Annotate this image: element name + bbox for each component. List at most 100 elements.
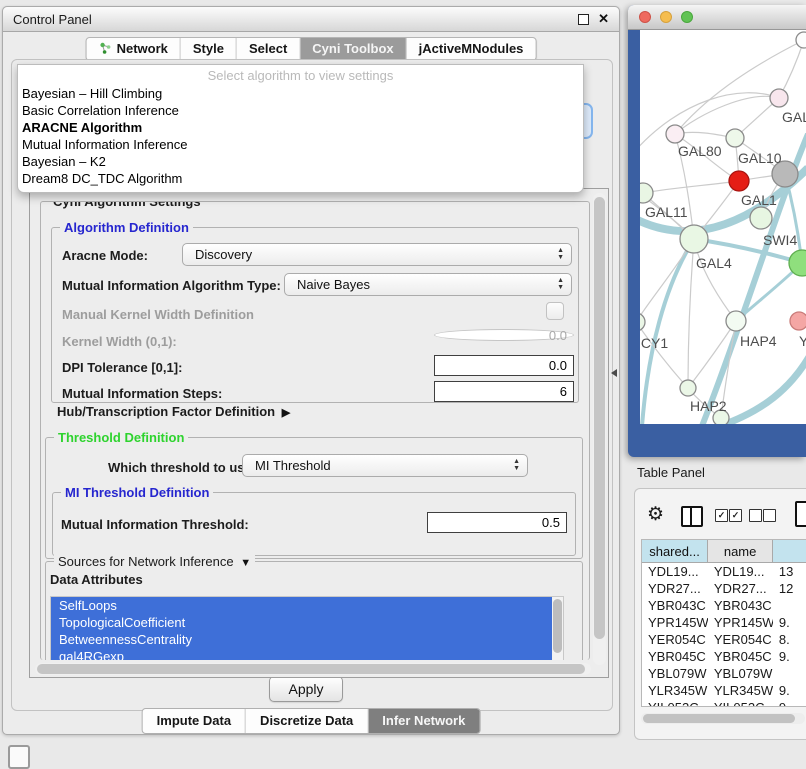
node-label: GAL80 [678, 143, 722, 159]
float-window-icon[interactable] [578, 14, 589, 25]
docked-panel-icon[interactable] [8, 745, 30, 769]
table-row[interactable]: YLR345WYLR345W9. [642, 682, 806, 699]
dropdown-item[interactable]: Bayesian – K2 [18, 153, 583, 170]
node-gal10[interactable] [726, 129, 744, 147]
mi-threshold-definition-group: MI Threshold Definition Mutual Informati… [52, 492, 576, 556]
sources-toggle[interactable]: Sources for Network Inference ▼ [54, 554, 255, 569]
node-gal1[interactable] [729, 171, 749, 191]
node-swi4[interactable] [750, 207, 772, 229]
tab-network[interactable]: Network [87, 38, 181, 60]
unchecked-box-icon[interactable] [749, 509, 762, 522]
hub-definition-toggle[interactable]: Hub/Transcription Factor Definition ▶ [57, 404, 290, 419]
tab-impute-data[interactable]: Impute Data [143, 709, 246, 733]
unchecked-box-icon[interactable] [763, 509, 776, 522]
algorithm-definition-group: Algorithm Definition Aracne Mode: Discov… [51, 227, 579, 403]
node-pink[interactable] [790, 312, 806, 330]
which-threshold-label: Which threshold to use: [108, 460, 256, 475]
attribute-item-selected[interactable]: BetweennessCentrality [51, 631, 552, 648]
table-row[interactable]: YPR145WYPR145W9. [642, 614, 806, 631]
table-row[interactable]: YBR045CYBR045C9. [642, 648, 806, 665]
node-gal-partial[interactable] [770, 89, 788, 107]
mi-steps-field[interactable]: 6 [434, 381, 574, 402]
tab-style[interactable]: Style [181, 38, 237, 60]
zoom-traffic-light[interactable] [681, 11, 693, 23]
column-header-shared[interactable]: shared... [642, 540, 708, 562]
mi-algorithm-type-combo[interactable]: Naive Bayes ▲▼ [284, 273, 572, 296]
table-row[interactable]: YDL19...YDL19...13 [642, 563, 806, 580]
column-header-partial[interactable] [773, 540, 806, 562]
node-gcy1[interactable] [640, 313, 645, 331]
column-header-name[interactable]: name [708, 540, 773, 562]
settings-scrollpane: Cyni Algorithm Settings Algorithm Defini… [29, 188, 609, 678]
table-panel: ⚙ ✓ ✓ shared... name YDL19...YDL19...13 … [634, 488, 806, 740]
dropdown-prompt: Select algorithm to view settings [18, 65, 583, 85]
dropdown-item[interactable]: Mutual Information Inference [18, 136, 583, 153]
attribute-item-selected[interactable]: TopologicalCoefficient [51, 614, 552, 631]
table-row[interactable]: YIL052CYIL052C9 [642, 699, 806, 707]
tab-cyni-toolbox[interactable]: Cyni Toolbox [300, 38, 406, 60]
apply-button[interactable]: Apply [269, 676, 343, 702]
checked-box-icon[interactable]: ✓ [715, 509, 728, 522]
window-title: Control Panel [13, 12, 92, 27]
attribute-item-selected[interactable]: gal4RGexp [51, 648, 552, 660]
node-label: GAL10 [738, 150, 782, 166]
node-gal80[interactable] [666, 125, 684, 143]
kernel-width-label: Kernel Width (0,1): [62, 334, 177, 349]
control-panel-titlebar[interactable]: Control Panel ✕ [3, 7, 619, 32]
dpi-tolerance-field[interactable]: 0.0 [434, 355, 574, 376]
aracne-mode-combo[interactable]: Discovery ▲▼ [182, 243, 572, 266]
node-label: HAP2 [690, 398, 727, 414]
data-attributes-list[interactable]: SelfLoops TopologicalCoefficient Between… [50, 596, 564, 660]
kernel-width-field[interactable]: 0.0 [434, 329, 574, 341]
list-scrollbar[interactable] [552, 597, 563, 660]
node-label: Y [799, 333, 806, 349]
split-columns-icon[interactable] [681, 506, 703, 527]
node-hap2[interactable] [680, 380, 696, 396]
mi-algorithm-type-label: Mutual Information Algorithm Type: [62, 278, 281, 293]
table-row[interactable]: YBR043CYBR043C [642, 597, 806, 614]
dropdown-item[interactable]: Dream8 DC_TDC Algorithm [18, 170, 583, 187]
table-header-row: shared... name [642, 540, 806, 563]
manual-kernel-width-checkbox[interactable] [546, 302, 564, 320]
table-row[interactable]: YER054CYER054C8. [642, 631, 806, 648]
tab-discretize-data[interactable]: Discretize Data [246, 709, 368, 733]
node-hap4[interactable] [726, 311, 746, 331]
control-panel-window: Control Panel ✕ Network Style Select Cyn… [2, 6, 620, 735]
tab-infer-network[interactable]: Infer Network [368, 709, 479, 733]
mi-threshold-label: Mutual Information Threshold: [61, 517, 249, 532]
network-canvas[interactable]: GAL GAL80 GAL10 GAL1 GAL11 SWI4 GAL4 GCY… [640, 30, 806, 424]
bottom-tab-bar: Impute Data Discretize Data Infer Networ… [142, 708, 481, 734]
checked-box-icon[interactable]: ✓ [729, 509, 742, 522]
table-horizontal-scrollbar[interactable] [641, 713, 805, 724]
node-gal4[interactable] [680, 225, 708, 253]
node-attribute-table[interactable]: shared... name YDL19...YDL19...13 YDR27.… [641, 539, 806, 707]
cyni-algorithm-settings-group: Cyni Algorithm Settings Algorithm Defini… [40, 201, 590, 660]
which-threshold-combo[interactable]: MI Threshold ▲▼ [242, 454, 528, 477]
manual-kernel-width-label: Manual Kernel Width Definition [62, 307, 254, 322]
minimize-traffic-light[interactable] [660, 11, 672, 23]
node-label: GAL [782, 109, 806, 125]
threshold-definition-group: Threshold Definition Which threshold to … [45, 437, 583, 559]
sources-group: Sources for Network Inference ▼ Data Att… [45, 561, 583, 660]
close-traffic-light[interactable] [639, 11, 651, 23]
dropdown-item[interactable]: Basic Correlation Inference [18, 102, 583, 119]
tab-jactivemnodules[interactable]: jActiveMNodules [407, 38, 536, 60]
panel-collapse-arrow-icon[interactable] [611, 369, 617, 377]
attribute-item-selected[interactable]: SelfLoops [51, 597, 552, 614]
dropdown-item-selected[interactable]: ARACNE Algorithm [18, 119, 583, 136]
document-icon[interactable] [795, 501, 806, 527]
settings-horizontal-scrollbar[interactable] [35, 663, 591, 675]
network-window-titlebar[interactable] [628, 5, 806, 30]
node-unlabeled[interactable] [796, 32, 806, 48]
node-label: GAL1 [741, 192, 777, 208]
table-row[interactable]: YBL079WYBL079W [642, 665, 806, 682]
table-row[interactable]: YDR27...YDR27...12 [642, 580, 806, 597]
close-icon[interactable]: ✕ [598, 13, 609, 25]
dropdown-item[interactable]: Bayesian – Hill Climbing [18, 85, 583, 102]
settings-vertical-scrollbar[interactable] [593, 193, 606, 665]
node-label: SWI4 [763, 232, 797, 248]
mi-threshold-field[interactable]: 0.5 [427, 512, 567, 533]
expand-down-icon: ▼ [237, 557, 251, 569]
tab-select[interactable]: Select [237, 38, 300, 60]
gear-icon[interactable]: ⚙ [647, 505, 664, 524]
